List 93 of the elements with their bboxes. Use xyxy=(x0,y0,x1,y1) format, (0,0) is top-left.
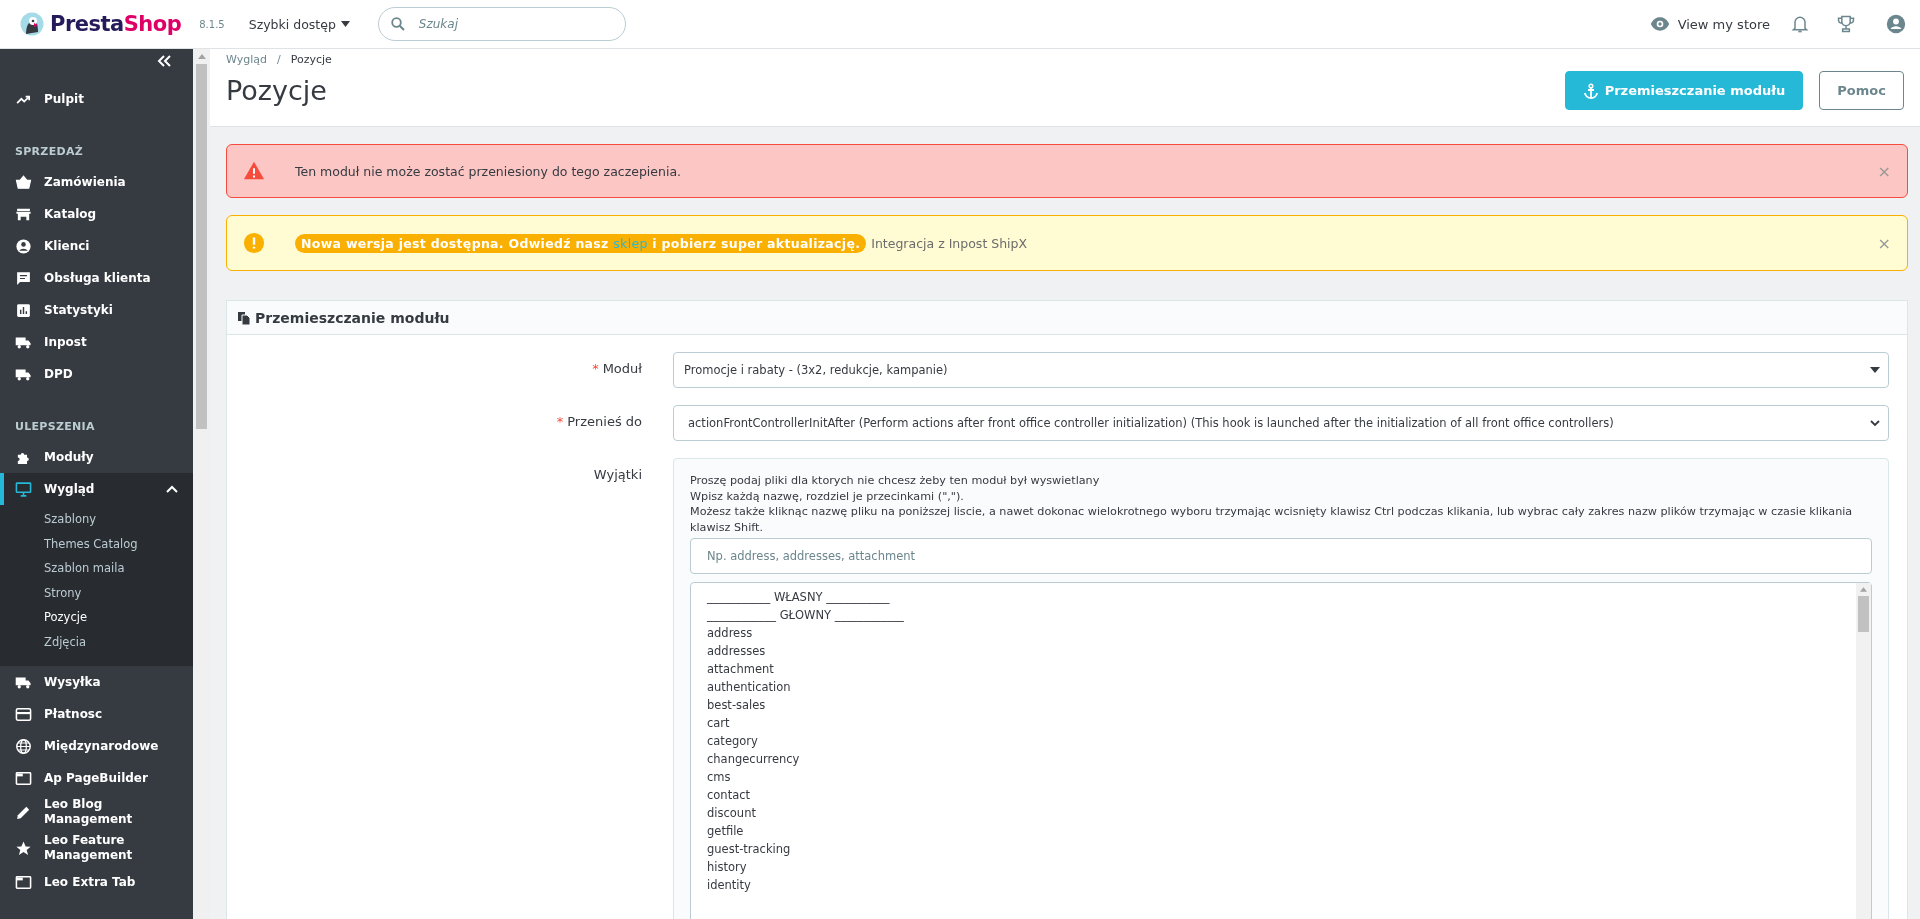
credit-card-icon xyxy=(15,705,32,723)
window-icon xyxy=(15,873,32,891)
sidebar-item[interactable]: Zamówienia xyxy=(0,166,193,198)
sidebar-item[interactable]: Obsługa klienta xyxy=(0,262,193,294)
panel-title: Przemieszczanie modułu xyxy=(255,309,450,326)
file-option[interactable]: changecurrency xyxy=(707,750,1840,768)
scrollbar-thumb[interactable] xyxy=(1858,596,1869,632)
file-option[interactable]: best-sales xyxy=(707,696,1840,714)
monitor-icon xyxy=(15,480,32,498)
account-icon[interactable] xyxy=(1886,14,1906,34)
file-option[interactable]: getfile xyxy=(707,822,1840,840)
exceptions-input[interactable]: Np. address, addresses, attachment xyxy=(690,538,1872,574)
file-option[interactable]: ____________ GŁOWNY ____________ xyxy=(707,606,1840,624)
help-button[interactable]: Pomoc xyxy=(1819,71,1904,110)
file-option[interactable]: discount xyxy=(707,804,1840,822)
view-store-link[interactable]: View my store xyxy=(1649,14,1770,34)
sidebar-item[interactable]: Statystyki xyxy=(0,294,193,326)
field-label: Wyjątki xyxy=(592,466,642,484)
submenu-item[interactable]: Pozycje xyxy=(0,605,193,630)
anchor-icon xyxy=(1582,82,1599,99)
sidebar-scrollbar[interactable] xyxy=(193,49,210,919)
submenu-item[interactable]: Strony xyxy=(0,580,193,605)
file-option[interactable]: addresses xyxy=(707,642,1840,660)
scroll-up-arrow-icon[interactable] xyxy=(1860,587,1867,592)
alert-message: Ten moduł nie może zostać przeniesiony do tego zaczepienia. xyxy=(295,163,682,179)
sidebar-item[interactable]: Moduły xyxy=(0,441,193,473)
help-text: Proszę podaj pliki dla ktorych nie chcesz żeby ten moduł był wyswietlany Wpisz każdą nazwę, rozdziel je przecinkami (","). Możesz także kliknąc nazwę pliku na poniższej liscie, a nawet dokonac wielokrotnego wyboru trzymając wcisnięty klawisz Ctrl podczas klikania, lub wybrac cały zakres nazw plików trzymając w czasie klikania klawisz Shift. xyxy=(690,473,1854,535)
submenu-item[interactable]: Zdjęcia xyxy=(0,629,193,654)
file-option[interactable]: history xyxy=(707,858,1840,876)
exclamation-circle-icon xyxy=(243,232,265,254)
scrollbar[interactable] xyxy=(1856,583,1871,919)
star-icon xyxy=(15,839,32,857)
dropdown-triangle-icon xyxy=(1870,366,1880,374)
user-circle-icon xyxy=(15,237,32,255)
puffin-logo-icon xyxy=(20,12,44,36)
sidebar-item[interactable]: Katalog xyxy=(0,198,193,230)
globe-icon xyxy=(15,737,32,755)
file-option[interactable]: attachment xyxy=(707,660,1840,678)
sidebar-item[interactable]: Pulpit xyxy=(0,83,193,115)
module-name: Integracja z Inpost ShipX xyxy=(871,235,1028,251)
quick-access-menu[interactable]: Szybki dostęp xyxy=(248,16,350,32)
sidebar-item[interactable]: Leo Feature Management xyxy=(0,830,193,866)
sidebar-item[interactable]: Wygląd xyxy=(0,473,193,505)
file-option[interactable]: identity xyxy=(707,876,1840,894)
file-option[interactable]: cms xyxy=(707,768,1840,786)
field-label: * Przenieś do xyxy=(555,413,642,431)
file-option[interactable]: category xyxy=(707,732,1840,750)
search-field[interactable]: Szukaj xyxy=(377,7,626,41)
breadcrumb-current: Pozycje xyxy=(290,53,332,66)
chevron-down-icon xyxy=(1870,419,1880,427)
submenu-item[interactable]: Szablony xyxy=(0,507,193,532)
brand-name: PrestaShop xyxy=(50,12,182,36)
sidebar-item[interactable]: Wysyłka xyxy=(0,666,193,698)
file-option[interactable]: cart xyxy=(707,714,1840,732)
file-option[interactable]: address xyxy=(707,624,1840,642)
update-notice: Nowa wersja jest dostępna. Odwiedź nasz sklep i pobierz super aktualizację. xyxy=(295,233,867,253)
section-heading: SPRZEDAŻ xyxy=(14,145,84,158)
sidebar-item[interactable]: DPD xyxy=(0,358,193,390)
copy-icon xyxy=(237,310,251,325)
file-option[interactable]: contact xyxy=(707,786,1840,804)
caret-icon xyxy=(340,21,350,27)
submenu-item[interactable]: Themes Catalog xyxy=(0,531,193,556)
warning-triangle-icon xyxy=(243,160,265,182)
basket-icon xyxy=(15,173,32,191)
hook-select[interactable]: actionFrontControllerInitAfter (Perform actions after front office controller initialization) (This hook is launched after the initialization of all front office controllers) xyxy=(673,405,1889,441)
sidebar-item[interactable]: Międzynarodowe xyxy=(0,730,193,762)
module-select[interactable]: Promocje i rabaty - (3x2, redukcje, kampanie) xyxy=(673,352,1889,388)
bell-icon[interactable] xyxy=(1790,14,1810,34)
file-option[interactable]: guest-tracking xyxy=(707,840,1840,858)
sidebar-item[interactable]: Leo Blog Management xyxy=(0,794,193,830)
scrollbar-thumb[interactable] xyxy=(196,64,207,429)
sidebar-item[interactable]: Leo Extra Tab xyxy=(0,866,193,898)
collapse-icon[interactable] xyxy=(157,55,171,67)
window-icon xyxy=(15,769,32,787)
section-heading: ULEPSZENIA xyxy=(14,420,96,433)
sidebar-item[interactable]: Ap PageBuilder xyxy=(0,762,193,794)
sidebar-item[interactable]: Klienci xyxy=(0,230,193,262)
version-label: 8.1.5 xyxy=(199,18,225,30)
sidebar-item[interactable]: Inpost xyxy=(0,326,193,358)
file-option[interactable]: authentication xyxy=(707,678,1840,696)
breadcrumb-link[interactable]: Wygląd xyxy=(226,53,267,66)
breadcrumb-separator: / xyxy=(276,53,281,66)
field-label: * Moduł xyxy=(591,360,642,378)
bar-chart-icon xyxy=(15,301,32,319)
eye-icon xyxy=(1649,14,1670,34)
trophy-icon[interactable] xyxy=(1836,14,1856,34)
chat-icon xyxy=(15,269,32,287)
file-list[interactable] xyxy=(690,582,1872,919)
file-option[interactable]: ___________ WŁASNY ___________ xyxy=(707,588,1840,606)
sidebar-item[interactable]: Płatnosc xyxy=(0,698,193,730)
scroll-up-arrow-icon[interactable] xyxy=(197,54,206,59)
page-title: Pozycje xyxy=(226,75,328,106)
submenu-item[interactable]: Szablon maila xyxy=(0,556,193,581)
